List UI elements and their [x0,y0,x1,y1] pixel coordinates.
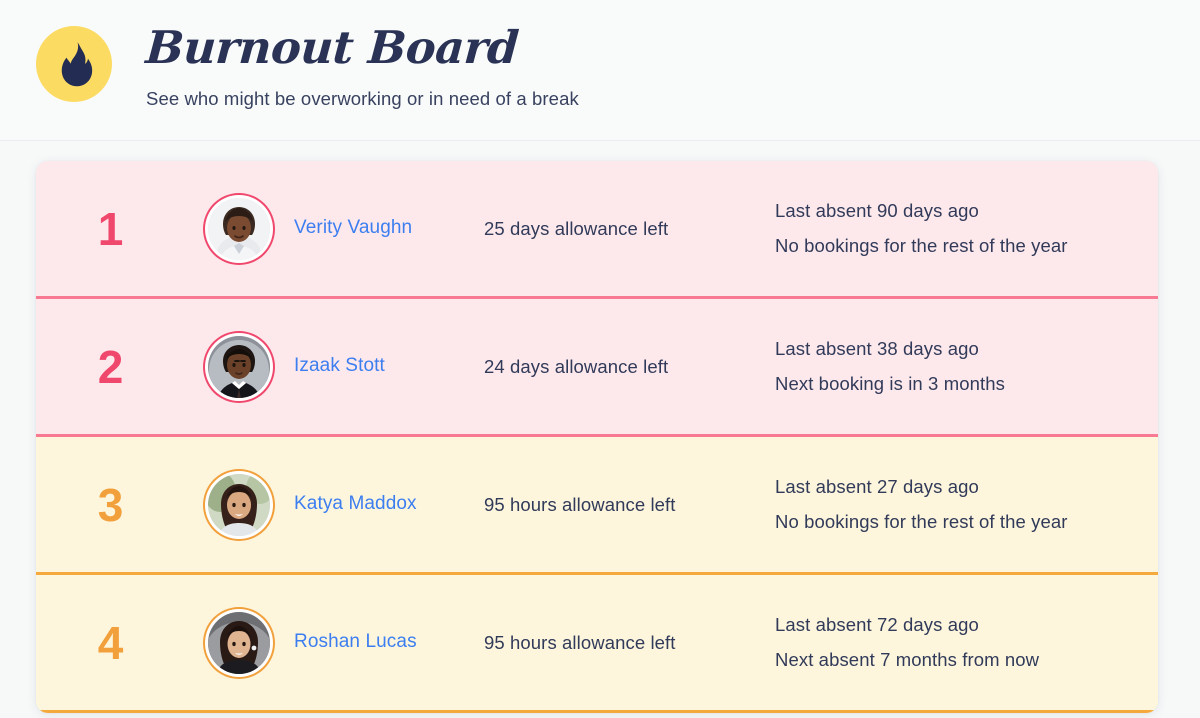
rank-number: 1 [97,202,124,255]
page-header: Burnout Board See who might be overworki… [0,0,1200,141]
person-name-link[interactable]: Katya Maddox [294,493,417,514]
avatar-cell [184,473,294,536]
detail-cell: Last absent 90 days ago No bookings for … [769,194,1158,262]
last-absent-text: Last absent 90 days ago [775,200,979,222]
avatar[interactable] [208,611,270,674]
page-subtitle: See who might be overworking or in need … [146,88,579,110]
next-booking-text: No bookings for the rest of the year [775,510,1068,532]
avatar-cell [184,197,294,260]
rank-number: 4 [97,616,124,669]
avatar-cell [184,335,294,398]
allowance-text: 95 hours allowance left [484,493,676,515]
board-container: 1 Verity Vaughn 25 days allowance left L… [0,141,1200,713]
next-booking-text: No bookings for the rest of the year [775,234,1068,256]
table-row[interactable]: 4 Roshan Lucas 95 hours allowance left L… [36,575,1158,713]
avatar-cell [184,611,294,674]
avatar[interactable] [208,335,270,398]
next-booking-text: Next booking is in 3 months [775,372,1005,394]
person-name-cell: Katya Maddox [294,492,484,517]
person-name-cell: Roshan Lucas [294,630,484,655]
table-row[interactable]: 2 Izaak Stott 24 days allowance left Las… [36,299,1158,437]
person-name-cell: Izaak Stott [294,354,484,379]
detail-cell: Last absent 38 days ago Next booking is … [769,332,1158,400]
allowance-text: 25 days allowance left [484,217,669,239]
header-text-block: Burnout Board See who might be overworki… [144,21,579,111]
detail-cell: Last absent 72 days ago Next absent 7 mo… [769,608,1158,676]
table-row[interactable]: 3 Katya Maddox 95 hours allowance left L… [36,437,1158,575]
next-booking-text: Next absent 7 months from now [775,648,1040,670]
person-name-link[interactable]: Verity Vaughn [294,217,412,238]
last-absent-text: Last absent 27 days ago [775,476,979,498]
flame-icon [53,41,95,87]
person-name-link[interactable]: Roshan Lucas [294,631,417,652]
last-absent-text: Last absent 38 days ago [775,338,979,360]
avatar[interactable] [208,473,270,536]
rank-number: 3 [97,478,124,531]
brand-badge [36,26,112,102]
allowance-text: 24 days allowance left [484,355,669,377]
person-name-cell: Verity Vaughn [294,216,484,241]
last-absent-text: Last absent 72 days ago [775,614,979,636]
table-row[interactable]: 1 Verity Vaughn 25 days allowance left L… [36,161,1158,299]
avatar[interactable] [208,197,270,260]
allowance-text: 95 hours allowance left [484,631,676,653]
burnout-board-list: 1 Verity Vaughn 25 days allowance left L… [36,161,1158,713]
page-title: Burnout Board [144,21,521,74]
rank-number: 2 [97,340,124,393]
person-name-link[interactable]: Izaak Stott [294,355,385,376]
detail-cell: Last absent 27 days ago No bookings for … [769,470,1158,538]
